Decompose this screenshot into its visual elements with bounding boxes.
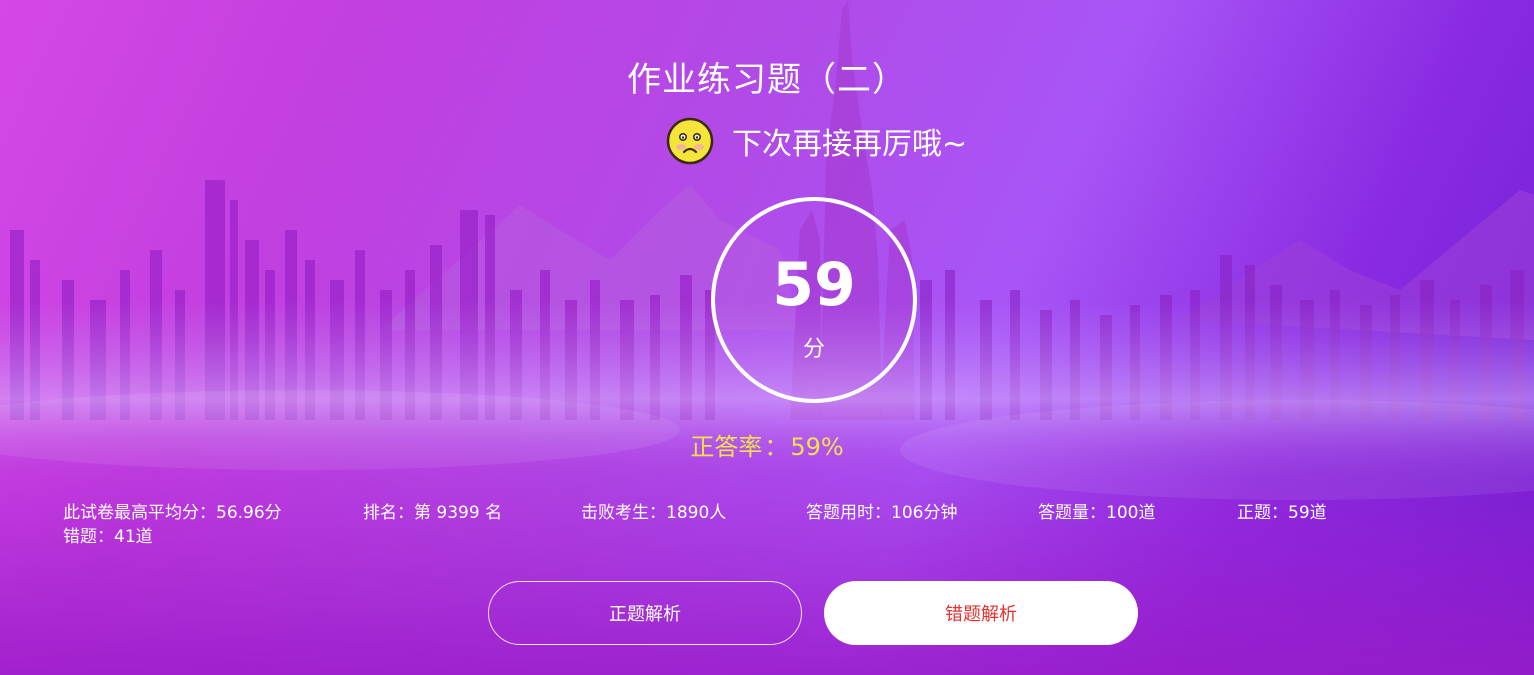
accuracy-label: 正答率 (690, 433, 763, 461)
encouragement-text: 下次再接再厉哦~ (732, 127, 968, 162)
score-circle: 59 分 (711, 197, 917, 403)
score-value: 59 (772, 250, 856, 320)
score-unit: 分 (802, 337, 825, 362)
correct-analysis-button[interactable]: 正题解析 (488, 581, 802, 645)
accuracy-separator: ： (764, 433, 789, 461)
stat-highest-average: 此试卷最高平均分：56.96分 (63, 503, 282, 523)
stat-time-used: 答题用时：106分钟 (806, 503, 958, 523)
encouragement-row: 下次再接再厉哦~ (666, 116, 967, 166)
stat-total-questions: 答题量：100道 (1038, 503, 1156, 523)
accuracy-value: 59% (790, 433, 844, 461)
result-content: 作业练习题（二） 下次再接再厉哦~ 59 分 正答率：59% 此试卷最高平均分：… (0, 0, 1534, 675)
exam-title: 作业练习题（二） (627, 60, 907, 100)
stat-rank: 排名：第 9399 名 (363, 503, 503, 523)
wrong-analysis-button[interactable]: 错题解析 (824, 581, 1138, 645)
accuracy-rate: 正答率：59% (0, 427, 1534, 462)
result-page: 作业练习题（二） 下次再接再厉哦~ 59 分 正答率：59% 此试卷最高平均分：… (0, 0, 1534, 675)
stat-correct-count: 正题：59道 (1237, 503, 1327, 523)
stat-wrong-count: 错题：41道 (63, 527, 153, 547)
sad-face-icon (666, 117, 714, 165)
stat-defeated: 击败考生：1890人 (581, 503, 727, 523)
